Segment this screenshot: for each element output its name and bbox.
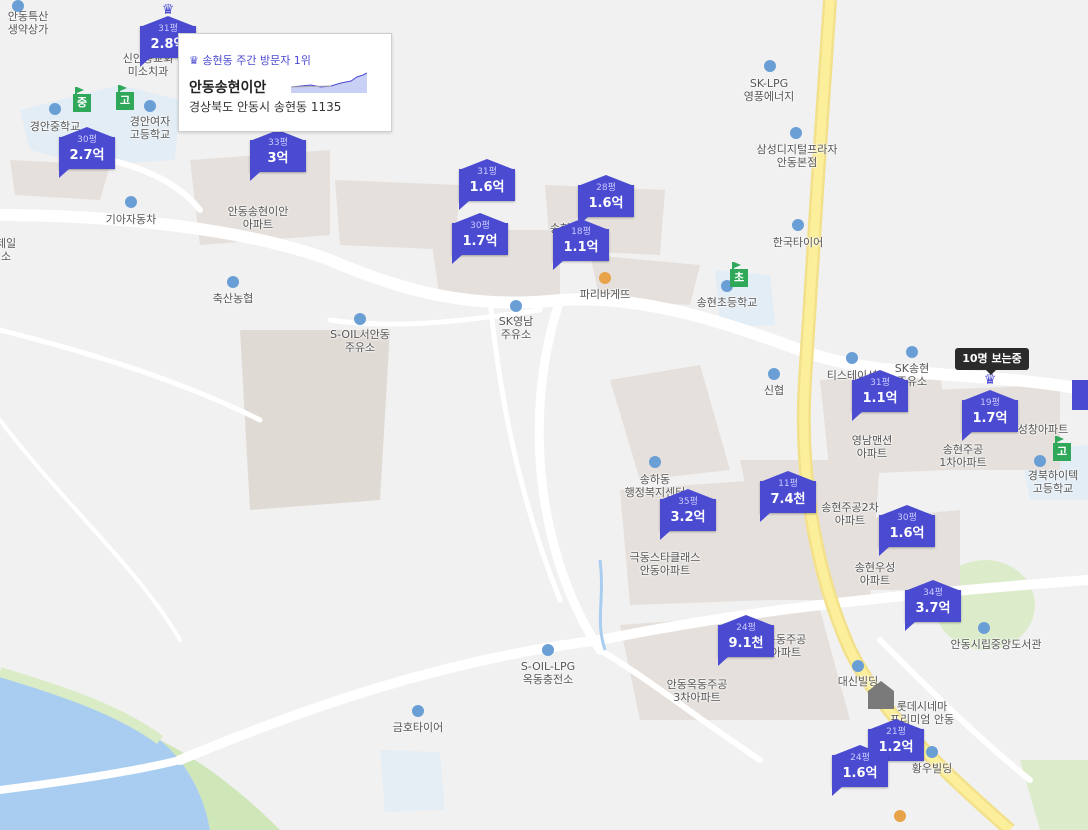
marker-price: 1.6억 — [469, 180, 505, 195]
marker-price: 1.7억 — [972, 411, 1008, 426]
price-marker[interactable]: 28평 1.6억 — [578, 175, 634, 226]
label-sk-lpg: SK-LPG 영풍에너지 — [743, 77, 795, 103]
bank-icon — [227, 276, 239, 288]
price-marker[interactable]: 11평 7.4천 — [760, 471, 816, 522]
label-kia-motors: 기아자동차 — [105, 213, 157, 226]
price-marker[interactable]: 24평 1.6억 — [832, 745, 888, 796]
crown-icon: ♛ — [189, 54, 203, 67]
price-marker[interactable]: 35평 3.2억 — [660, 489, 716, 540]
label-cut-left: 제일 소 — [0, 237, 17, 263]
restaurant-icon — [894, 810, 906, 822]
building-icon — [852, 660, 864, 672]
gas-station-icon — [510, 300, 522, 312]
label-songhyeon-elementary: 송현초등학교 — [696, 296, 758, 309]
price-marker[interactable]: 33평 3억 — [250, 130, 306, 181]
price-marker[interactable]: 31평 1.1억 — [852, 370, 908, 421]
label-shinhyup: 신협 — [763, 384, 785, 397]
label-central-library: 안동시립중앙도서관 — [950, 638, 1042, 651]
office-icon — [649, 456, 661, 468]
popup-rank: ♛ 송현동 주간 방문자 1위 — [189, 52, 311, 68]
bank-icon — [768, 368, 780, 380]
label-yeongnam-mansion: 영남맨션 아파트 — [851, 434, 893, 460]
gas-station-icon — [354, 313, 366, 325]
gas-station-icon — [906, 346, 918, 358]
high-school-flag[interactable]: 고 — [1053, 436, 1071, 461]
price-marker[interactable]: 24평 9.1천 — [718, 615, 774, 666]
map-canvas[interactable]: 안동특산 생약상가 신안동교회 미소치과 경안중학교 경안여자 고등학교 기아자동차 … — [0, 0, 1088, 830]
label-kumho-tire: 금호타이어 — [392, 721, 444, 734]
marker-price: 7.4천 — [770, 492, 806, 507]
car-icon — [125, 196, 137, 208]
gas-station-icon — [764, 60, 776, 72]
label-jugong-1: 송현주공 1차아파트 — [939, 443, 987, 469]
marker-price: 1.6억 — [889, 526, 925, 541]
label-soil-seoandong: S-OIL서안동 주유소 — [330, 328, 390, 354]
marker-price: 1.6억 — [588, 196, 624, 211]
marker-price: 3.7억 — [915, 601, 951, 616]
label-medicine-market: 안동특산 생약상가 — [7, 10, 49, 36]
tire-shop-icon — [412, 705, 424, 717]
price-marker[interactable]: 19평 1.7억 — [962, 390, 1018, 441]
label-jugong-2: 송현주공2차 아파트 — [821, 501, 879, 527]
gas-station-icon — [542, 644, 554, 656]
elementary-school-flag[interactable]: 초 — [730, 262, 748, 287]
popup-address: 경상북도 안동시 송현동 1135 — [189, 100, 342, 114]
label-seongchang: 성창아파트 — [1017, 423, 1069, 436]
label-ian-apartment: 안동송현이안 아파트 — [227, 205, 289, 231]
price-marker-partial[interactable] — [1072, 380, 1088, 410]
bakery-icon — [599, 272, 611, 284]
high-school-flag[interactable]: 고 — [116, 85, 134, 110]
school-icon — [49, 103, 61, 115]
tire-shop-icon — [846, 352, 858, 364]
building-icon — [926, 746, 938, 758]
visitor-sparkline — [291, 72, 367, 93]
marker-price: 3억 — [267, 151, 289, 166]
popup-apartment-name: 안동송현이안 — [189, 80, 267, 96]
label-paris-baguette: 파리바게뜨 — [579, 288, 631, 301]
popup-rank-text: 송현동 주간 방문자 1위 — [202, 54, 311, 67]
marker-price: 1.1억 — [862, 391, 898, 406]
shop-icon — [790, 127, 802, 139]
marker-price: 3.2억 — [670, 510, 706, 525]
label-okdong-jugong-3: 안동옥동주공 3차아파트 — [666, 678, 728, 704]
label-soil-lpg: S-OIL-LPG 옥동충전소 — [520, 660, 576, 686]
marker-price: 1.1억 — [563, 240, 599, 255]
school-icon — [1034, 455, 1046, 467]
price-marker[interactable]: 31평 1.6억 — [459, 159, 515, 210]
label-hankook-tire: 한국타이어 — [772, 236, 824, 249]
tire-shop-icon — [792, 219, 804, 231]
label-gyeongbuk-hightech: 경북하이텍 고등학교 — [1027, 469, 1079, 495]
crown-icon: ♛ — [161, 2, 175, 18]
price-marker[interactable]: 30평 2.7억 — [59, 127, 115, 178]
price-marker[interactable]: 34평 3.7억 — [905, 580, 961, 631]
price-marker[interactable]: 30평 1.7억 — [452, 213, 508, 264]
price-marker[interactable]: 30평 1.6억 — [879, 505, 935, 556]
building-marker-icon[interactable] — [868, 681, 894, 709]
label-woosung: 송현우성 아파트 — [854, 561, 896, 587]
poi-icon — [12, 0, 24, 12]
middle-school-flag[interactable]: 중 — [73, 87, 91, 112]
marker-price: 9.1천 — [728, 636, 764, 651]
label-livestock-coop: 축산농협 — [212, 292, 254, 305]
marker-price: 1.6억 — [842, 766, 878, 781]
school-icon — [144, 100, 156, 112]
label-gyeongan-girls-high-school: 경안여자 고등학교 — [129, 115, 171, 141]
price-marker[interactable]: 18평 1.1억 — [553, 219, 609, 270]
label-geukdong-star: 극동스타클래스 안동아파트 — [629, 551, 701, 577]
apartment-popup[interactable]: ♛ 송현동 주간 방문자 1위 안동송현이안 경상북도 안동시 송현동 1135 — [178, 33, 392, 132]
label-samsung-digital-plaza: 삼성디지털프라자 안동본점 — [756, 143, 838, 169]
marker-price: 1.7억 — [462, 234, 498, 249]
library-icon — [978, 622, 990, 634]
viewers-badge: 10명 보는중 — [955, 348, 1029, 375]
marker-price: 2.7억 — [69, 148, 105, 163]
label-sk-yeongnam: SK영남 주유소 — [498, 315, 534, 341]
